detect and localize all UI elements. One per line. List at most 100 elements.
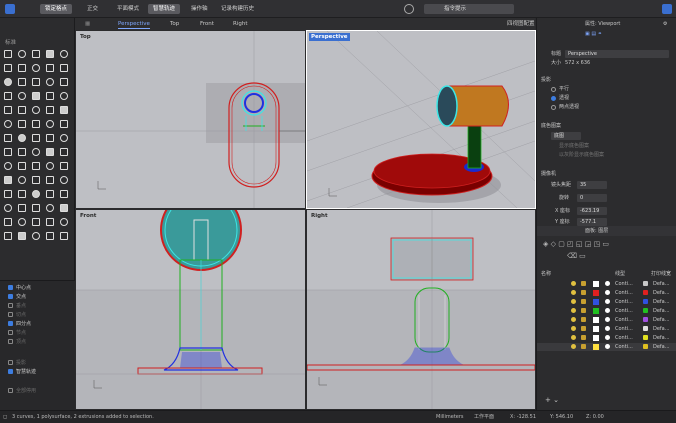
tool-button[interactable]	[16, 62, 28, 74]
tool-button[interactable]	[30, 230, 42, 242]
layer-print-color-icon[interactable]	[643, 290, 648, 295]
layer-color-swatch[interactable]	[593, 308, 599, 314]
panel-toggle-icon[interactable]	[662, 4, 672, 14]
tool-button[interactable]	[58, 132, 70, 144]
layer-color-swatch[interactable]	[593, 281, 599, 287]
tool-button[interactable]	[58, 188, 70, 200]
tool-button[interactable]	[30, 90, 42, 102]
tool-button[interactable]	[2, 202, 14, 214]
tool-button[interactable]	[44, 230, 56, 242]
tool-button[interactable]	[44, 48, 56, 60]
layer-print-color-icon[interactable]	[643, 299, 648, 304]
tool-button[interactable]	[2, 216, 14, 228]
tool-button[interactable]	[30, 76, 42, 88]
layer-toolbar-icons-2[interactable]: ⌫ ▭	[567, 252, 586, 260]
layer-lock-icon[interactable]	[581, 317, 586, 322]
tool-button[interactable]	[2, 230, 14, 242]
layer-visibility-icon[interactable]	[571, 326, 576, 331]
layer-visibility-icon[interactable]	[571, 290, 576, 295]
rotation-field[interactable]: 0	[577, 194, 607, 202]
osnap-item[interactable]: 垂点	[8, 301, 26, 309]
toolbar-snap-grid-button[interactable]: 锁定格点	[40, 4, 73, 14]
layer-visibility-icon[interactable]	[571, 335, 576, 340]
status-cplane[interactable]: 工作平面	[474, 414, 494, 421]
layer-row[interactable]: Conti... Defa...	[537, 334, 676, 342]
layer-print-color-icon[interactable]	[643, 335, 648, 340]
osnap-checkbox[interactable]	[8, 387, 13, 393]
layout-label[interactable]: 四视图配置	[507, 20, 535, 28]
viewport-front[interactable]: Front	[76, 210, 305, 409]
layer-toolbar-icons[interactable]: ◈ ◇ ▢ ◰ ◱ ◲ ◳ ▭	[543, 240, 609, 248]
layer-lock-icon[interactable]	[581, 344, 586, 349]
layer-row[interactable]: Conti... Defa...	[537, 280, 676, 288]
layer-material-icon[interactable]	[605, 308, 610, 313]
tool-button[interactable]	[58, 48, 70, 60]
settings-icon[interactable]: ⚙	[663, 20, 667, 28]
tool-button[interactable]	[44, 160, 56, 172]
tab-grid-icon[interactable]: ▦	[85, 20, 90, 28]
tool-button[interactable]	[44, 90, 56, 102]
layer-lock-icon[interactable]	[581, 290, 586, 295]
osnap-item[interactable]: 切点	[8, 310, 26, 318]
layer-print-color-icon[interactable]	[643, 344, 648, 349]
layer-visibility-icon[interactable]	[571, 317, 576, 322]
layer-color-swatch[interactable]	[593, 317, 599, 323]
layer-lock-icon[interactable]	[581, 326, 586, 331]
tool-button[interactable]	[16, 118, 28, 130]
tool-button[interactable]	[2, 174, 14, 186]
layer-row[interactable]: Conti... Defa...	[537, 343, 676, 351]
osnap-item[interactable]: 顶点	[8, 337, 26, 345]
osnap-checkbox[interactable]	[8, 284, 13, 290]
layer-add-icon[interactable]: + ⌄	[545, 396, 559, 404]
osnap-checkbox[interactable]	[8, 311, 13, 317]
tool-button[interactable]	[44, 118, 56, 130]
tool-button[interactable]	[30, 118, 42, 130]
tool-button[interactable]	[58, 160, 70, 172]
tool-button[interactable]	[44, 146, 56, 158]
tool-button[interactable]	[2, 188, 14, 200]
layer-print-color-icon[interactable]	[643, 281, 648, 286]
tool-button[interactable]	[16, 146, 28, 158]
osnap-item[interactable]: 中心点	[8, 283, 31, 291]
layer-color-swatch[interactable]	[593, 344, 599, 350]
tool-button[interactable]	[58, 216, 70, 228]
osnap-item[interactable]: 投影	[8, 358, 26, 366]
display-dropdown[interactable]: 底图	[551, 132, 581, 140]
tab-perspective[interactable]: Perspective	[118, 20, 150, 29]
tool-button[interactable]	[30, 216, 42, 228]
projection-radio-perspective[interactable]	[551, 96, 556, 101]
x-field[interactable]: -623.19	[577, 207, 607, 215]
layer-print-color-icon[interactable]	[643, 308, 648, 313]
tool-button[interactable]	[2, 76, 14, 88]
tool-button[interactable]	[30, 48, 42, 60]
layer-lock-icon[interactable]	[581, 281, 586, 286]
layer-visibility-icon[interactable]	[571, 281, 576, 286]
tool-button[interactable]	[2, 160, 14, 172]
tab-front[interactable]: Front	[200, 20, 214, 28]
projection-radio-twopoint[interactable]	[551, 105, 556, 110]
layer-material-icon[interactable]	[605, 326, 610, 331]
layer-material-icon[interactable]	[605, 299, 610, 304]
tool-button[interactable]	[2, 62, 14, 74]
osnap-checkbox[interactable]	[8, 338, 13, 344]
layer-visibility-icon[interactable]	[571, 308, 576, 313]
layer-material-icon[interactable]	[605, 335, 610, 340]
layer-lock-icon[interactable]	[581, 299, 586, 304]
layer-lock-icon[interactable]	[581, 335, 586, 340]
osnap-checkbox[interactable]	[8, 293, 13, 299]
osnap-item[interactable]: 四分点	[8, 319, 31, 327]
tool-button[interactable]	[2, 118, 14, 130]
tool-button[interactable]	[16, 104, 28, 116]
tool-button[interactable]	[44, 62, 56, 74]
target-icon[interactable]	[404, 4, 414, 14]
tool-button[interactable]	[44, 76, 56, 88]
layer-lock-icon[interactable]	[581, 308, 586, 313]
toolbar-history-button[interactable]: 记录构建历史	[216, 4, 259, 14]
layer-color-swatch[interactable]	[593, 326, 599, 332]
tool-button[interactable]	[44, 202, 56, 214]
tool-button[interactable]	[16, 76, 28, 88]
tool-button[interactable]	[16, 48, 28, 60]
tool-button[interactable]	[2, 48, 14, 60]
tool-button[interactable]	[16, 188, 28, 200]
tool-button[interactable]	[16, 216, 28, 228]
